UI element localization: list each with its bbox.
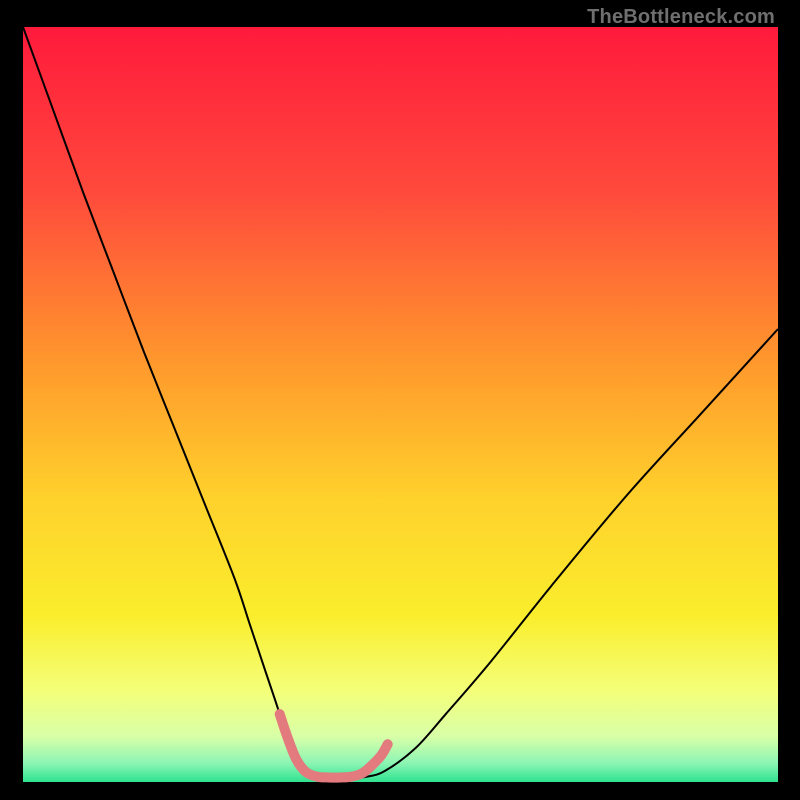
watermark-text: TheBottleneck.com <box>587 6 775 29</box>
series-valley-overlay <box>280 714 388 778</box>
series-bottleneck-curve <box>23 27 778 778</box>
chart-svg <box>23 27 778 782</box>
chart-frame: TheBottleneck.com <box>0 0 800 800</box>
